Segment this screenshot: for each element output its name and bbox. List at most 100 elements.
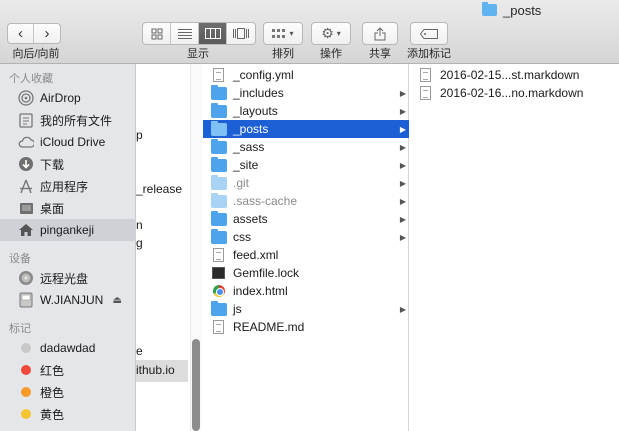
file-name: _config.yml xyxy=(233,68,294,82)
sidebar-item-downloads[interactable]: 下载 xyxy=(0,153,136,175)
sidebar-item-drive[interactable]: W.JIANJUN ⏏ xyxy=(0,289,136,311)
back-button[interactable]: ‹ xyxy=(8,24,34,43)
disclosure-arrow-icon: ▶ xyxy=(399,178,406,188)
chevron-right-icon: › xyxy=(44,25,50,42)
cloud-icon xyxy=(18,134,34,150)
forward-button[interactable]: › xyxy=(34,24,60,43)
list-view-button[interactable] xyxy=(171,23,199,44)
file-row[interactable]: Gemfile.lock xyxy=(203,264,409,282)
tag-dot-icon xyxy=(21,387,31,397)
folder-row[interactable]: .git ▶ xyxy=(203,174,409,192)
list-item[interactable]: e xyxy=(136,344,143,358)
file-row[interactable]: 2016-02-16...no.markdown xyxy=(410,84,619,102)
folder-row[interactable]: js ▶ xyxy=(203,300,409,318)
sidebar-item-icloud-drive[interactable]: iCloud Drive xyxy=(0,131,136,153)
column-site[interactable]: _config.yml _includes ▶ _layouts ▶ _post… xyxy=(203,64,409,431)
file-name: _sass xyxy=(233,140,265,154)
terminal-document-icon xyxy=(212,267,225,279)
chevron-left-icon: ‹ xyxy=(18,25,23,42)
list-item[interactable]: n xyxy=(136,218,143,232)
file-name: 2016-02-15...st.markdown xyxy=(440,68,580,82)
disclosure-arrow-icon: ▶ xyxy=(399,88,406,98)
folder-row[interactable]: _layouts ▶ xyxy=(203,102,409,120)
column-view-button[interactable] xyxy=(199,23,227,44)
folder-row[interactable]: _sass ▶ xyxy=(203,138,409,156)
tag-dot-icon xyxy=(21,343,31,353)
column-posts[interactable]: 2016-02-15...st.markdown 2016-02-16...no… xyxy=(410,64,619,431)
folder-icon xyxy=(211,210,227,226)
file-name: _posts xyxy=(233,122,269,136)
list-item[interactable]: ithub.io xyxy=(136,363,175,377)
sidebar-item-label: 我的所有文件 xyxy=(40,113,113,128)
list-item[interactable]: g xyxy=(136,236,143,250)
disclosure-arrow-icon: ▶ xyxy=(399,304,406,314)
sidebar-item-label: 桌面 xyxy=(40,201,65,216)
disclosure-arrow-icon: ▶ xyxy=(399,232,406,242)
tags-button[interactable] xyxy=(410,22,448,45)
sidebar-item-all-files[interactable]: 我的所有文件 xyxy=(0,109,136,131)
airdrop-icon xyxy=(18,90,34,106)
file-row[interactable]: feed.xml xyxy=(203,246,409,264)
folder-row[interactable]: css ▶ xyxy=(203,228,409,246)
chevron-down-icon: ▾ xyxy=(289,29,294,38)
view-label: 显示 xyxy=(187,48,209,60)
sidebar-item-label: 黄色 xyxy=(40,407,65,422)
cover-flow-button[interactable] xyxy=(227,23,255,44)
arrange-button[interactable]: ▾ xyxy=(263,22,303,45)
folder-icon xyxy=(211,192,227,208)
folder-row-selected[interactable]: _posts ▶ xyxy=(203,120,409,138)
action-label: 操作 xyxy=(320,48,342,60)
list-item[interactable]: p xyxy=(136,128,143,142)
folder-row[interactable]: _site ▶ xyxy=(203,156,409,174)
folder-icon xyxy=(211,102,227,118)
cover-flow-icon xyxy=(233,28,249,39)
sidebar-item-label: AirDrop xyxy=(40,91,81,105)
icon-view-button[interactable] xyxy=(143,23,171,44)
folder-icon xyxy=(211,228,227,244)
sidebar-item-applications[interactable]: 应用程序 xyxy=(0,175,136,197)
chrome-document-icon xyxy=(213,285,225,297)
tag-dot-icon xyxy=(21,365,31,375)
file-name: .git xyxy=(233,176,250,190)
sidebar-item-remote-disc[interactable]: 远程光盘 xyxy=(0,267,136,289)
file-row[interactable]: README.md xyxy=(203,318,409,336)
tags-header: 标记 xyxy=(9,323,31,335)
disclosure-arrow-icon: ▶ xyxy=(399,160,406,170)
sidebar-item-tag-red[interactable]: 红色 xyxy=(0,359,136,381)
column-view-icon xyxy=(204,28,221,39)
folder-icon xyxy=(211,156,227,172)
eject-icon[interactable]: ⏏ xyxy=(113,295,122,306)
file-name: _layouts xyxy=(233,104,278,118)
sidebar-item-label: 红色 xyxy=(40,363,65,378)
sidebar-item-label: W.JIANJUN xyxy=(40,293,104,307)
sidebar-item-tag[interactable]: dadawdad xyxy=(0,337,136,359)
document-icon xyxy=(420,68,431,82)
disclosure-arrow-icon: ▶ xyxy=(399,124,406,134)
applications-icon xyxy=(18,178,34,194)
document-icon xyxy=(213,68,224,82)
list-item[interactable]: _release xyxy=(136,182,182,196)
file-name: js xyxy=(233,302,242,316)
sidebar-item-home[interactable]: pingankeji xyxy=(0,219,136,241)
folder-row[interactable]: .sass-cache ▶ xyxy=(203,192,409,210)
disclosure-arrow-icon: ▶ xyxy=(399,214,406,224)
icon-view-icon xyxy=(151,28,162,39)
folder-icon xyxy=(211,300,227,316)
sidebar-item-tag-yellow[interactable]: 黄色 xyxy=(0,403,136,425)
remote-disc-icon xyxy=(18,270,34,286)
folder-row[interactable]: assets ▶ xyxy=(203,210,409,228)
sidebar-item-airdrop[interactable]: AirDrop xyxy=(0,87,136,109)
file-row[interactable]: 2016-02-15...st.markdown xyxy=(410,66,619,84)
folder-row[interactable]: _includes ▶ xyxy=(203,84,409,102)
favorites-header: 个人收藏 xyxy=(9,73,53,85)
file-row[interactable]: _config.yml xyxy=(203,66,409,84)
scrollbar-thumb[interactable] xyxy=(192,339,200,431)
arrange-icon xyxy=(272,28,286,38)
sidebar-item-tag-orange[interactable]: 橙色 xyxy=(0,381,136,403)
share-button[interactable] xyxy=(362,22,398,45)
file-name: assets xyxy=(233,212,268,226)
action-button[interactable]: ⚙ ▾ xyxy=(311,22,351,45)
file-name: feed.xml xyxy=(233,248,279,262)
sidebar-item-desktop[interactable]: 桌面 xyxy=(0,197,136,219)
file-row[interactable]: index.html xyxy=(203,282,409,300)
